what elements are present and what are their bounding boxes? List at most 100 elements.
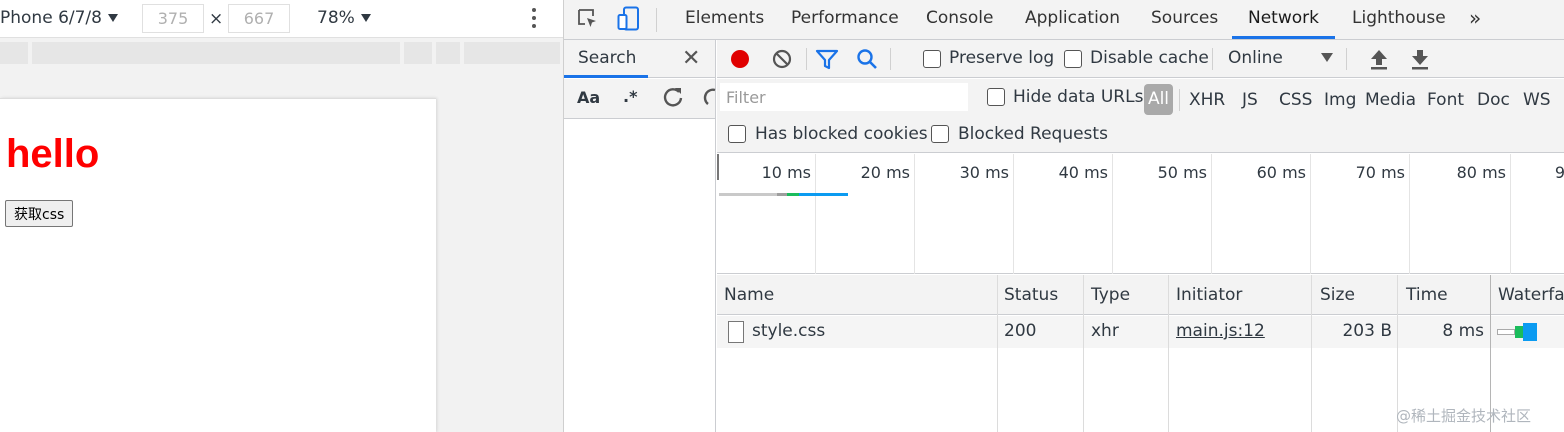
preserve-log-checkbox[interactable]: [923, 50, 941, 68]
blocked-requests-label: Blocked Requests: [958, 124, 1108, 144]
devtools-tabbar: Elements Performance Console Application…: [564, 0, 1564, 40]
has-blocked-cookies-checkbox[interactable]: [728, 125, 746, 143]
more-options-icon[interactable]: [530, 8, 538, 30]
media-query-segment[interactable]: [32, 42, 400, 64]
search-panel: Search ✕ Aa .*: [564, 40, 716, 432]
has-blocked-cookies-label: Has blocked cookies: [755, 124, 928, 144]
width-input[interactable]: 375: [142, 4, 204, 33]
filter-type-all[interactable]: All: [1144, 84, 1173, 115]
cell-status: 200: [1004, 321, 1037, 341]
chevron-down-icon: [360, 14, 371, 22]
close-icon[interactable]: ✕: [682, 46, 700, 71]
filter-type-media[interactable]: Media: [1365, 90, 1416, 110]
timeline-gridline: [1409, 154, 1410, 274]
chevron-down-icon: [107, 14, 118, 22]
device-emulation-pane: Phone 6/7/8 375 × 667 78% hello 获取css: [0, 0, 563, 432]
zoom-select[interactable]: 78%: [317, 8, 371, 28]
inspect-element-icon[interactable]: [577, 8, 599, 30]
table-header: Name Status Type Initiator Size Time Wat…: [717, 275, 1564, 315]
timeline-gridline: [1211, 154, 1212, 274]
cell-name[interactable]: style.css: [752, 321, 825, 341]
cell-size: 203 B: [1342, 321, 1392, 341]
filter-input[interactable]: [720, 83, 968, 111]
device-select[interactable]: Phone 6/7/8: [0, 8, 118, 28]
filter-icon[interactable]: [815, 49, 839, 71]
throttling-select[interactable]: Online: [1228, 48, 1283, 68]
search-icon[interactable]: [856, 48, 878, 70]
clear-search-icon[interactable]: [702, 85, 716, 109]
regex-button[interactable]: .*: [623, 87, 637, 106]
hide-data-urls-checkbox[interactable]: [987, 88, 1005, 106]
device-toolbar: Phone 6/7/8 375 × 667 78%: [0, 0, 563, 38]
search-panel-header: Search ✕: [564, 40, 715, 78]
column-divider[interactable]: [997, 275, 998, 432]
column-status[interactable]: Status: [1004, 285, 1058, 305]
table-row[interactable]: style.css 200 xhr main.js:12 203 B 8 ms: [717, 316, 1564, 348]
timeline-tick-label: 10 ms: [761, 163, 811, 182]
filter-type-doc[interactable]: Doc: [1477, 90, 1510, 110]
media-query-bar[interactable]: [0, 42, 560, 64]
overview-bar-waiting: [787, 193, 799, 196]
waterfall-bar-download: [1523, 323, 1537, 341]
divider: [806, 48, 807, 70]
device-toolbar-icon[interactable]: [617, 6, 641, 32]
page-viewport: hello 获取css: [0, 98, 436, 432]
get-css-button[interactable]: 获取css: [5, 200, 74, 227]
active-tab-indicator: [1232, 36, 1335, 39]
tab-console[interactable]: Console: [926, 8, 994, 28]
network-filter-bar: Hide data URLs All XHR JS CSS Img Media …: [717, 79, 1564, 153]
page-heading: hello: [6, 132, 100, 176]
tab-performance[interactable]: Performance: [791, 8, 899, 28]
filter-type-ws[interactable]: WS: [1523, 90, 1551, 110]
timeline-tick-label: 50 ms: [1157, 163, 1207, 182]
column-waterfall[interactable]: Waterfall: [1498, 285, 1564, 305]
height-input[interactable]: 667: [228, 4, 290, 33]
import-har-icon[interactable]: [1370, 48, 1388, 70]
timeline-gridline: [914, 154, 915, 274]
watermark: @稀土掘金技术社区: [1396, 407, 1532, 425]
network-toolbar: Preserve log Disable cache Online: [717, 40, 1564, 78]
tab-elements[interactable]: Elements: [685, 8, 764, 28]
timeline-gridline: [815, 154, 816, 274]
more-tabs-icon[interactable]: »: [1469, 6, 1481, 30]
disable-cache-checkbox[interactable]: [1064, 50, 1082, 68]
media-query-segment[interactable]: [464, 42, 560, 64]
search-panel-title[interactable]: Search: [578, 48, 636, 68]
export-har-icon[interactable]: [1411, 48, 1429, 70]
match-case-button[interactable]: Aa: [577, 88, 600, 107]
waterfall-bar-waiting: [1515, 326, 1523, 338]
divider: [1179, 89, 1180, 111]
media-query-segment[interactable]: [0, 42, 28, 64]
column-divider[interactable]: [1168, 275, 1169, 432]
column-name[interactable]: Name: [724, 285, 774, 305]
timeline-tick-label: 70 ms: [1355, 163, 1405, 182]
network-overview-timeline[interactable]: 10 ms 20 ms 30 ms 40 ms 50 ms 60 ms 70 m…: [717, 154, 1564, 274]
refresh-icon[interactable]: [661, 85, 685, 109]
filter-type-img[interactable]: Img: [1324, 90, 1356, 110]
filter-type-font[interactable]: Font: [1427, 90, 1464, 110]
media-query-segment[interactable]: [404, 42, 432, 64]
column-initiator[interactable]: Initiator: [1176, 285, 1242, 305]
column-size[interactable]: Size: [1320, 285, 1355, 305]
clear-icon[interactable]: [772, 49, 792, 69]
blocked-requests-checkbox[interactable]: [931, 125, 949, 143]
column-time[interactable]: Time: [1406, 285, 1448, 305]
timeline-tick-label: 30 ms: [959, 163, 1009, 182]
filter-type-xhr[interactable]: XHR: [1189, 90, 1225, 110]
column-divider[interactable]: [1311, 275, 1312, 432]
tab-application[interactable]: Application: [1025, 8, 1120, 28]
tab-network[interactable]: Network: [1248, 8, 1319, 28]
chevron-down-icon[interactable]: [1321, 53, 1333, 63]
timeline-cursor: [717, 154, 719, 180]
column-type[interactable]: Type: [1091, 285, 1130, 305]
record-icon[interactable]: [730, 49, 750, 69]
cell-initiator-link[interactable]: main.js:12: [1176, 321, 1265, 341]
overview-bar-download: [799, 193, 848, 196]
filter-type-js[interactable]: JS: [1242, 90, 1258, 110]
media-query-segment[interactable]: [436, 42, 460, 64]
timeline-tick-label: 9: [1554, 163, 1564, 182]
filter-type-css[interactable]: CSS: [1279, 90, 1312, 110]
tab-lighthouse[interactable]: Lighthouse: [1352, 8, 1446, 28]
column-divider[interactable]: [1083, 275, 1084, 432]
tab-sources[interactable]: Sources: [1151, 8, 1218, 28]
